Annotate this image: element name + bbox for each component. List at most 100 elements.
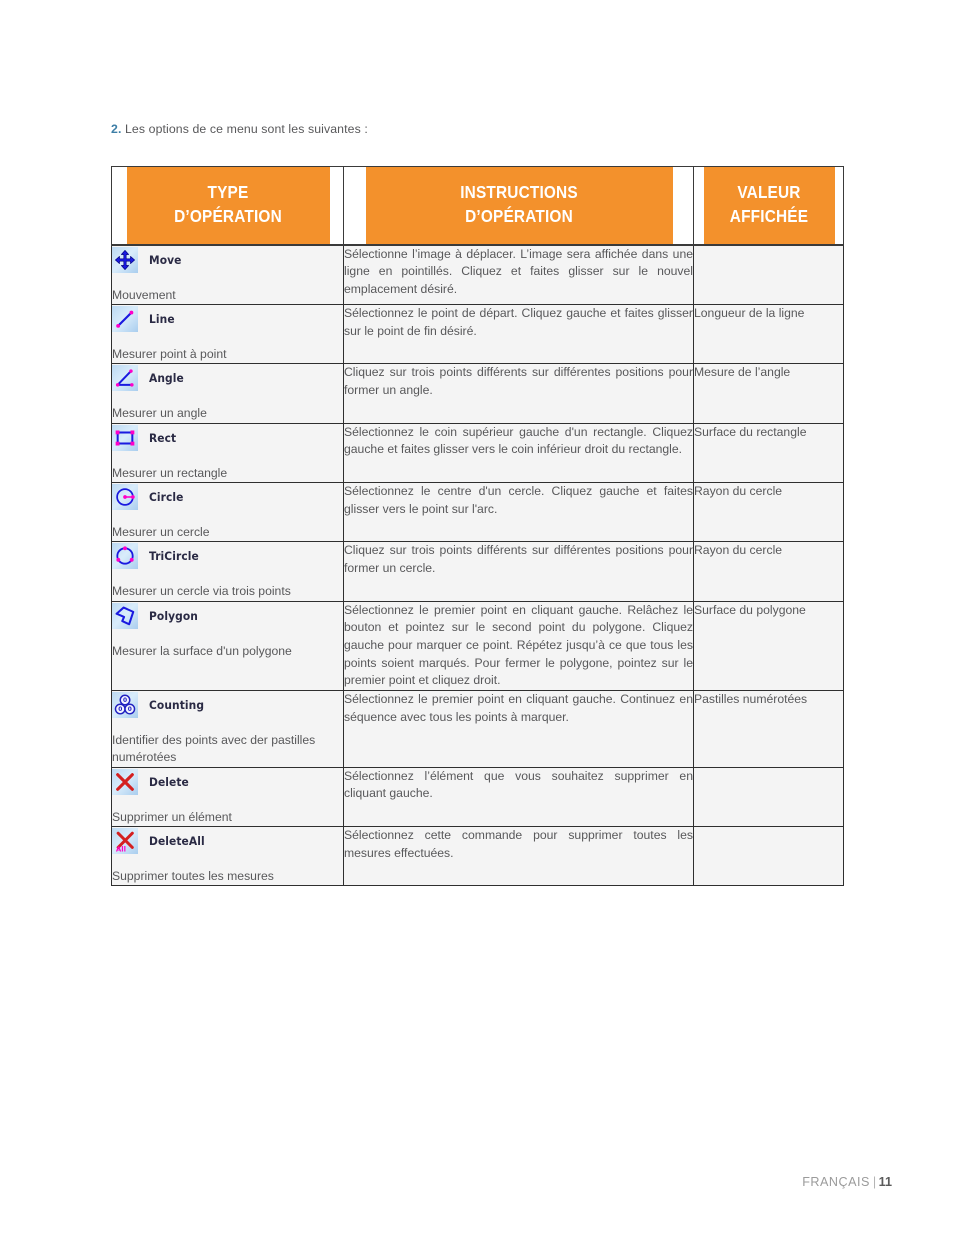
tool-name-label: Delete	[149, 774, 189, 789]
tool-icon-row: Angle	[112, 364, 343, 392]
tool-icon-row: All DeleteAll	[112, 827, 343, 855]
operation-type-description: Identifier des points avec der pastilles…	[112, 733, 316, 765]
tool-icon-row: Circle	[112, 483, 343, 511]
column-header-value-line1: VALEUR	[736, 182, 801, 202]
displayed-value-text: Longueur de la ligne	[694, 305, 805, 320]
table-row: Rect Mesurer un rectangle Sélectionnez l…	[111, 422, 844, 483]
displayed-value-text: Surface du rectangle	[694, 424, 807, 439]
intro-text: Les options de ce menu sont les suivante…	[121, 122, 368, 136]
intro-paragraph: 2. Les options de ce menu sont les suiva…	[111, 122, 368, 136]
table-row: Line Mesurer point à point Sélectionnez …	[111, 303, 844, 365]
table-row: Move Mouvement Sélectionne l’image à dép…	[111, 244, 844, 305]
column-header-type-line1: TYPE	[207, 182, 248, 202]
displayed-value-cell: Pastilles numérotées	[693, 690, 844, 768]
tool-name-label: Circle	[149, 489, 184, 504]
line-icon	[112, 305, 138, 332]
tool-name-label: Polygon	[149, 608, 198, 623]
tool-name-label: DeleteAll	[149, 833, 205, 848]
operation-instructions-text: Sélectionnez le premier point en cliquan…	[344, 692, 693, 724]
tool-icon-row: Rect	[112, 424, 343, 452]
rect-icon	[112, 424, 138, 451]
operation-instructions-text: Sélectionnez le premier point en cliquan…	[344, 602, 693, 688]
table-row: Angle Mesurer un angle Cliquez sur trois…	[111, 363, 844, 424]
table-row: Circle Mesurer un cercle Sélectionnez le…	[111, 481, 844, 543]
tool-icon-row: Delete	[112, 768, 343, 796]
document-page: 2. Les options de ce menu sont les suiva…	[0, 0, 954, 1235]
operation-type-cell: Circle Mesurer un cercle	[111, 481, 344, 543]
tool-name-label: Move	[149, 252, 182, 267]
tool-name-label: Rect	[149, 430, 177, 445]
operation-type-description: Mesurer point à point	[112, 346, 227, 361]
operation-instructions-cell: Sélectionnez le coin supérieur gauche d'…	[343, 422, 694, 483]
operation-instructions-text: Sélectionnez le coin supérieur gauche d'…	[344, 424, 693, 457]
move-icon	[112, 246, 138, 273]
operation-instructions-text: Sélectionnez le centre d'un cercle. Cliq…	[344, 483, 693, 516]
list-number: 2.	[111, 122, 122, 136]
svg-text:0: 0	[123, 698, 127, 704]
operation-type-description: Mesurer un cercle	[112, 524, 210, 539]
delete-icon	[112, 768, 138, 795]
svg-text:0: 0	[128, 707, 132, 713]
operations-table-wrapper: TYPE D’OPÉRATION INSTRUCTIONS D’OPÉRATIO…	[111, 165, 844, 887]
displayed-value-cell: Rayon du cercle	[693, 541, 844, 602]
operation-type-description: Supprimer toutes les mesures	[112, 868, 274, 883]
footer-language: FRANÇAIS	[802, 1175, 870, 1189]
operation-type-description: Supprimer un élément	[112, 809, 232, 824]
page-footer: FRANÇAIS | 11	[802, 1175, 892, 1189]
column-header-instructions-line1: INSTRUCTIONS	[459, 182, 578, 202]
operation-instructions-cell: Sélectionnez le point de départ. Cliquez…	[343, 303, 694, 365]
displayed-value-cell: Surface du rectangle	[693, 422, 844, 483]
table-row: All DeleteAll Supprimer toutes les mesur…	[111, 825, 844, 887]
displayed-value-text: Rayon du cercle	[694, 543, 783, 558]
operation-instructions-cell: Sélectionnez le centre d'un cercle. Cliq…	[343, 481, 694, 543]
table-body: Move Mouvement Sélectionne l’image à dép…	[111, 244, 844, 887]
tricircle-icon	[112, 543, 138, 570]
table-header: TYPE D’OPÉRATION INSTRUCTIONS D’OPÉRATIO…	[112, 165, 844, 246]
displayed-value-text: Mesure de l’angle	[694, 365, 791, 380]
column-header-value-line2: AFFICHÉE	[729, 205, 808, 226]
displayed-value-cell: Mesure de l’angle	[693, 363, 844, 424]
column-header-instructions: INSTRUCTIONS D’OPÉRATION	[364, 165, 673, 246]
displayed-value-cell	[693, 766, 844, 827]
operation-type-cell: Angle Mesurer un angle	[111, 363, 344, 424]
circle-icon	[112, 483, 138, 510]
operation-type-cell: Line Mesurer point à point	[111, 303, 344, 365]
table-row: Delete Supprimer un élément Sélectionnez…	[111, 766, 844, 827]
operation-instructions-cell: Sélectionnez cette commande pour supprim…	[343, 825, 694, 887]
svg-text:0: 0	[118, 707, 122, 713]
displayed-value-cell: Surface du polygone	[693, 600, 844, 692]
operation-type-cell: TriCircle Mesurer un cercle via trois po…	[111, 541, 344, 602]
operation-type-cell: Move Mouvement	[111, 244, 344, 305]
operation-type-description: Mesurer la surface d'un polygone	[112, 643, 292, 658]
operation-type-description: Mesurer un angle	[112, 406, 207, 421]
tool-icon-row: Move	[112, 246, 343, 274]
operation-instructions-text: Sélectionnez le point de départ. Cliquez…	[344, 305, 693, 338]
tool-icon-row: Polygon	[112, 602, 343, 630]
operation-type-cell: Rect Mesurer un rectangle	[111, 422, 344, 483]
operation-instructions-text: Cliquez sur trois points différents sur …	[344, 365, 693, 397]
operation-instructions-text: Cliquez sur trois points différents sur …	[344, 543, 693, 575]
operation-instructions-cell: Sélectionnez l’élément que vous souhaite…	[343, 766, 694, 827]
displayed-value-cell: Rayon du cercle	[693, 481, 844, 543]
tool-icon-row: Line	[112, 305, 343, 333]
displayed-value-cell: Longueur de la ligne	[693, 303, 844, 365]
operation-instructions-cell: Cliquez sur trois points différents sur …	[343, 363, 694, 424]
operation-type-cell: All DeleteAll Supprimer toutes les mesur…	[111, 825, 344, 887]
footer-separator: |	[872, 1175, 877, 1189]
displayed-value-text: Surface du polygone	[694, 602, 806, 617]
operation-type-cell: 000 Counting Identifier des points avec …	[111, 690, 344, 768]
operation-instructions-cell: Sélectionnez le premier point en cliquan…	[343, 600, 694, 692]
tool-icon-row: TriCircle	[112, 542, 343, 570]
operation-type-description: Mesurer un rectangle	[112, 465, 228, 480]
svg-text:All: All	[116, 845, 126, 852]
displayed-value-text: Pastilles numérotées	[694, 692, 808, 706]
column-header-instructions-line2: D’OPÉRATION	[464, 205, 573, 226]
column-header-type: TYPE D’OPÉRATION	[124, 165, 331, 246]
table-row: Polygon Mesurer la surface d'un polygone…	[111, 600, 844, 692]
polygon-icon	[112, 602, 138, 629]
operation-type-cell: Delete Supprimer un élément	[111, 766, 344, 827]
operation-type-cell: Polygon Mesurer la surface d'un polygone	[111, 600, 344, 692]
operation-instructions-text: Sélectionnez cette commande pour supprim…	[344, 827, 693, 860]
operation-instructions-text: Sélectionne l’image à déplacer. L’image …	[344, 246, 693, 296]
delete-all-icon: All	[112, 827, 138, 854]
